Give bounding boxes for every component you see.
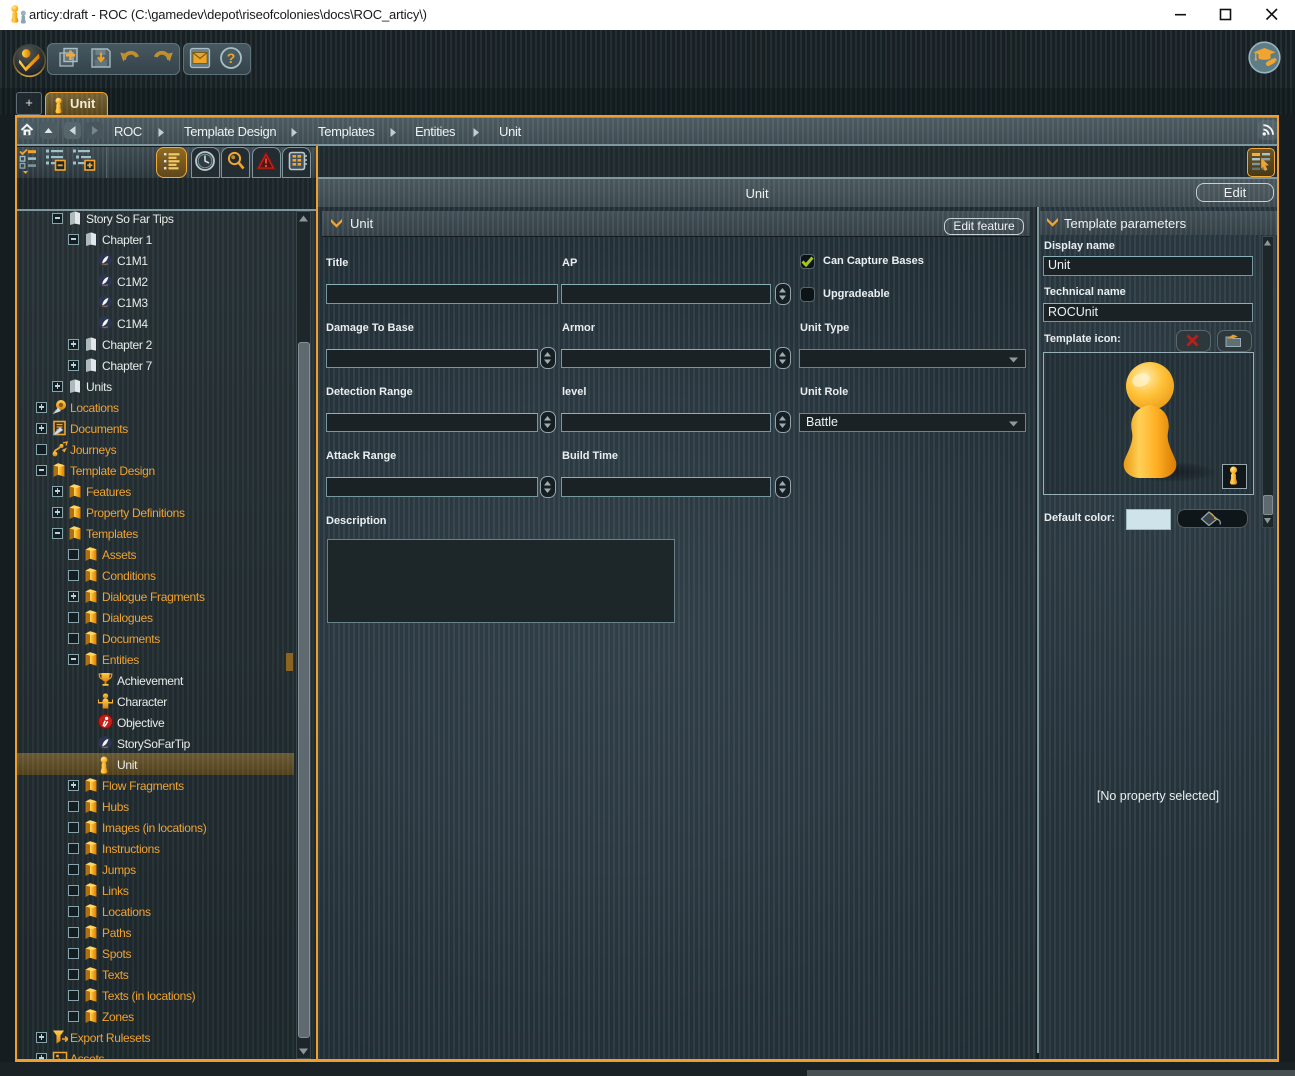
- svg-text:?: ?: [227, 50, 236, 66]
